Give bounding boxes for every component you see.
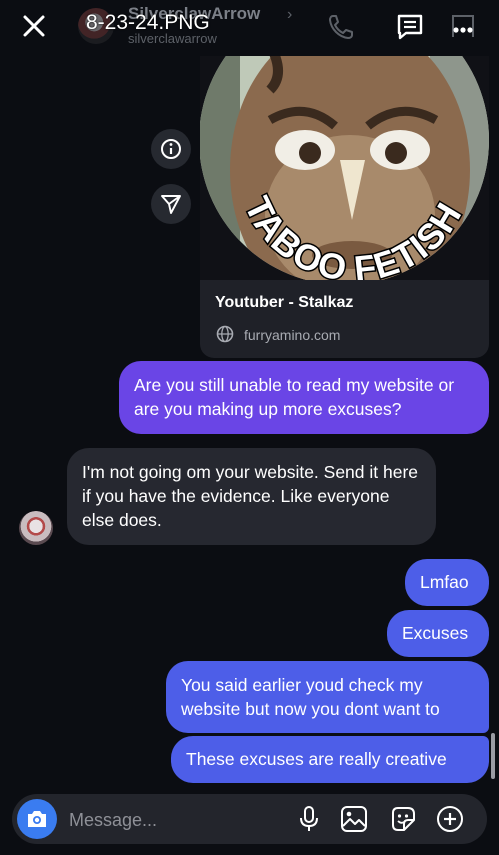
link-site: furryamino.com [244, 327, 341, 343]
chat-header: SilverclawArrow silverclawarrow › 8-23-2… [0, 0, 499, 56]
gallery-icon[interactable] [340, 805, 368, 838]
link-preview-image: TABOO FETISH [200, 40, 489, 280]
message-outgoing[interactable]: Are you still unable to read my website … [119, 361, 489, 434]
globe-icon [216, 325, 234, 348]
mic-icon[interactable] [297, 805, 321, 838]
plus-icon[interactable] [436, 805, 464, 838]
chat-icon[interactable] [395, 12, 425, 47]
chevron-right-icon: › [287, 6, 293, 23]
file-title: 8-23-24.PNG [86, 11, 210, 34]
info-icon[interactable] [151, 129, 191, 169]
send-icon[interactable] [151, 184, 191, 224]
phone-icon[interactable] [326, 12, 356, 47]
message-outgoing[interactable]: You said earlier youd check my website b… [166, 661, 489, 733]
contact-avatar-small[interactable] [19, 511, 53, 545]
link-title[interactable]: Youtuber - Stalkaz [215, 294, 353, 312]
more-icon[interactable] [447, 12, 479, 47]
message-outgoing[interactable]: These excuses are really creative [171, 736, 489, 783]
message-input[interactable] [67, 806, 291, 834]
message-outgoing[interactable]: Lmfao [405, 559, 489, 606]
link-preview-card[interactable]: TABOO FETISH Youtuber - Stalkaz furryami… [200, 40, 489, 358]
close-icon[interactable] [20, 12, 48, 40]
message-incoming[interactable]: I'm not going om your website. Send it h… [67, 448, 436, 545]
scrollbar[interactable] [491, 733, 495, 779]
message-composer [12, 794, 487, 844]
sticker-icon[interactable] [389, 805, 417, 838]
message-outgoing[interactable]: Excuses [387, 610, 489, 657]
camera-icon[interactable] [17, 799, 57, 839]
